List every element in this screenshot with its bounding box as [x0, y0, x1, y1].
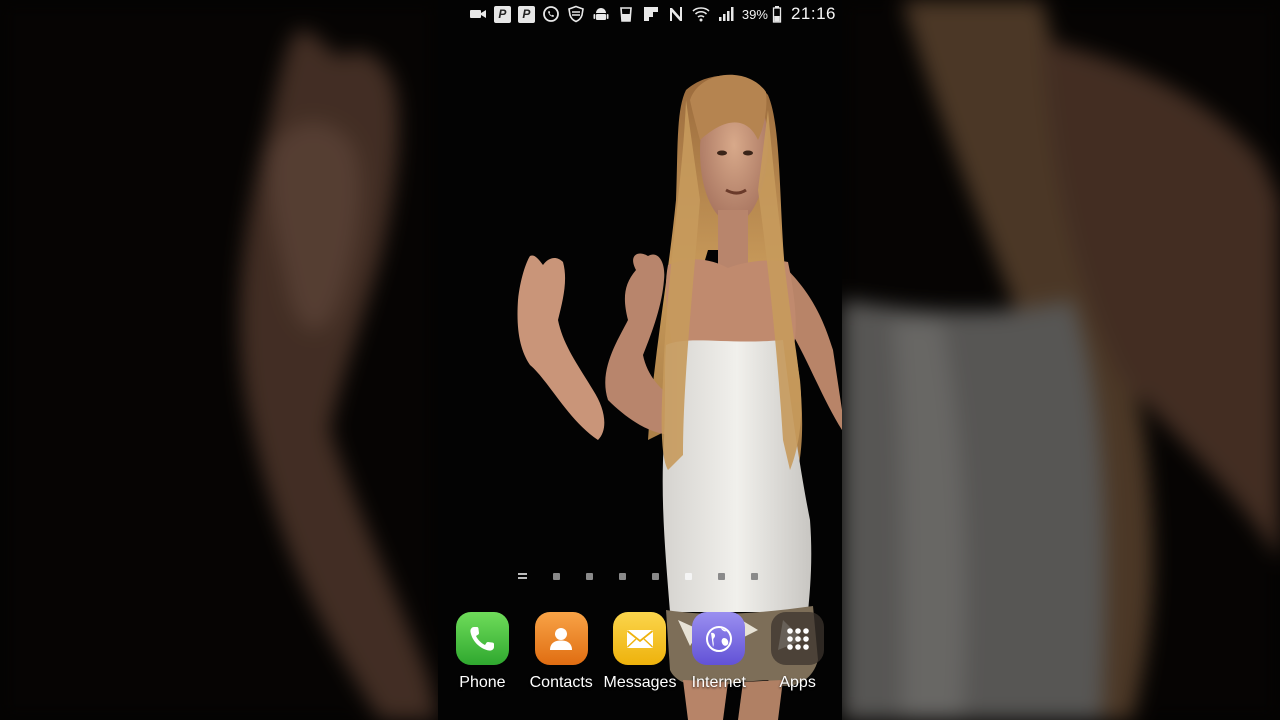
status-clock: 21:16: [790, 4, 836, 23]
app-label: Contacts: [529, 674, 593, 691]
blurred-wallpaper-right: [842, 0, 1280, 720]
app-label: Internet: [691, 674, 746, 691]
page-dot-briefing[interactable]: [518, 573, 527, 579]
app-apps[interactable]: Apps: [758, 612, 837, 702]
p-app-label-2: P: [522, 7, 531, 21]
app-contacts[interactable]: Contacts: [522, 612, 601, 702]
page-dot[interactable]: [619, 572, 626, 580]
phone-icon[interactable]: [455, 612, 509, 665]
p-app-icon-2: P: [517, 5, 535, 23]
app-internet[interactable]: Internet: [679, 612, 758, 702]
phone-screen: P P 39% 21:16 Phone Contacts Messages In…: [438, 0, 842, 720]
app-phone[interactable]: Phone: [443, 612, 522, 702]
nfc-icon: [667, 5, 685, 23]
apps-grid-icon[interactable]: [771, 612, 825, 665]
app-label: Phone: [459, 674, 506, 691]
signal-icon: [717, 5, 735, 23]
p-app-icon: P: [493, 5, 511, 23]
whatsapp-icon: [542, 5, 560, 23]
android-icon: [592, 5, 610, 23]
page-dot[interactable]: [652, 572, 659, 580]
app-dock: Phone Contacts Messages Internet Apps: [438, 612, 842, 702]
page-dot[interactable]: [718, 572, 725, 580]
battery-icon: [772, 5, 782, 23]
page-indicator[interactable]: [518, 570, 758, 582]
wifi-icon: [692, 5, 710, 23]
video-camera-icon: [469, 5, 487, 23]
cup-icon: [617, 5, 635, 23]
contacts-icon[interactable]: [534, 612, 588, 665]
app-label: Apps: [779, 674, 816, 691]
battery-percent: 39%: [741, 6, 768, 22]
globe-icon[interactable]: [692, 612, 746, 665]
status-bar: P P 39% 21:16: [438, 0, 842, 28]
shield-icon: [567, 5, 585, 23]
flipboard-icon: [642, 5, 660, 23]
page-dot[interactable]: [586, 572, 593, 580]
app-messages[interactable]: Messages: [601, 612, 680, 702]
blurred-wallpaper-left: [0, 0, 438, 720]
page-dot[interactable]: [751, 572, 758, 580]
app-label: Messages: [603, 674, 677, 691]
page-dot[interactable]: [553, 572, 560, 580]
page-dot-active[interactable]: [685, 572, 692, 580]
p-app-label: P: [498, 7, 507, 21]
envelope-icon[interactable]: [613, 612, 667, 665]
